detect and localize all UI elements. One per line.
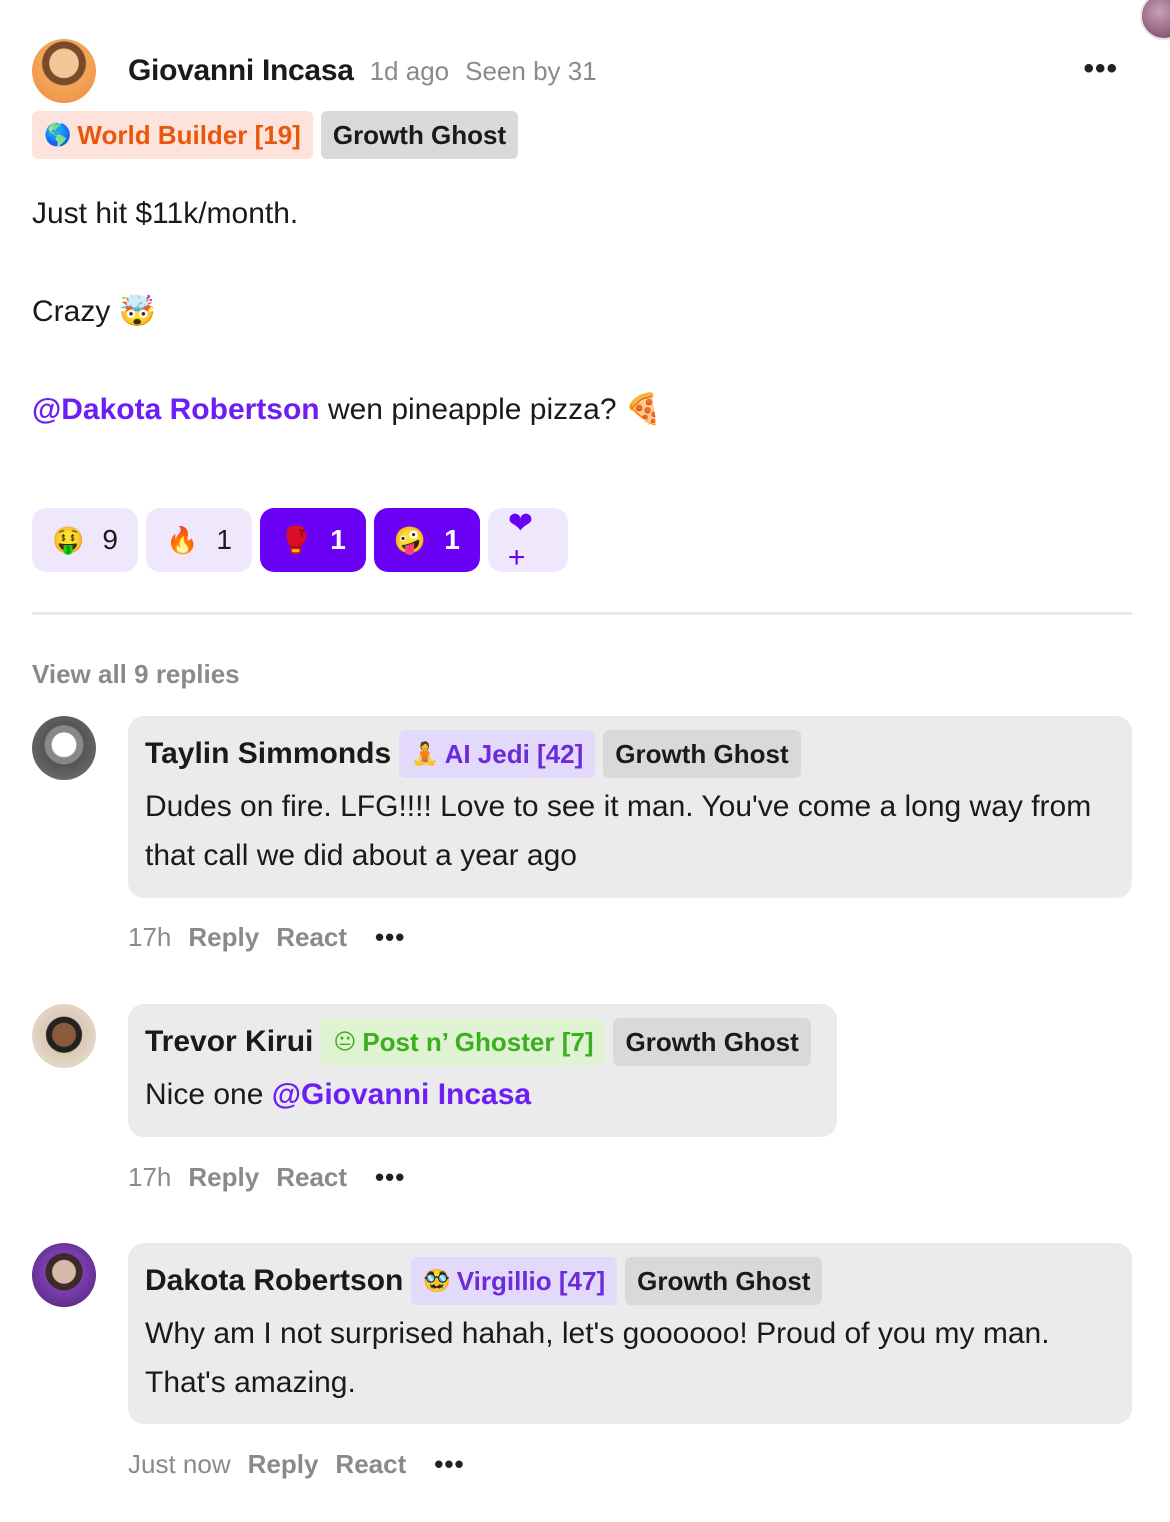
post-line: Crazy 🤯 bbox=[32, 295, 157, 328]
disguised-face-icon: 🥸 bbox=[423, 1268, 451, 1293]
post-card: Giovanni Incasa 1d ago Seen by 31 ••• 🌎 … bbox=[32, 38, 1132, 690]
mention-link[interactable]: @Dakota Robertson bbox=[32, 393, 320, 426]
post-line-text: wen pineapple pizza? 🍕 bbox=[319, 393, 663, 426]
reply-avatar[interactable] bbox=[32, 716, 96, 780]
reply-bubble: Taylin Simmonds 🧘 AI Jedi [42] Growth Gh… bbox=[128, 716, 1132, 898]
neutral-face-icon: 😐 bbox=[333, 1029, 357, 1054]
reply-author-name[interactable]: Trevor Kirui bbox=[145, 1025, 313, 1059]
heart-plus-icon[interactable]: ❤+ bbox=[487, 507, 568, 574]
more-dots-icon[interactable]: ••• bbox=[434, 1449, 464, 1480]
current-user-avatar[interactable] bbox=[1140, 0, 1170, 40]
badge-growth-ghost: Growth Ghost bbox=[603, 730, 801, 778]
reply-bubble: Trevor Kirui 😐 Post n’ Ghoster [7] Growt… bbox=[128, 1004, 837, 1137]
badge-level: 🥸 Virgillio [47] bbox=[411, 1257, 618, 1305]
badge-level: 😐 Post n’ Ghoster [7] bbox=[321, 1018, 606, 1066]
reply-actions: 17h Reply React ••• bbox=[128, 1162, 405, 1193]
more-dots-icon[interactable]: ••• bbox=[375, 922, 405, 953]
post-header: Giovanni Incasa 1d ago Seen by 31 ••• bbox=[32, 38, 1132, 104]
reply-text-prefix: Nice one bbox=[145, 1078, 272, 1111]
author-name[interactable]: Giovanni Incasa bbox=[128, 54, 354, 88]
reply-time: 17h bbox=[128, 1162, 172, 1192]
fire-icon: 🔥 bbox=[165, 524, 199, 555]
badge-level: 🧘 AI Jedi [42] bbox=[399, 730, 596, 778]
reply-button[interactable]: Reply bbox=[188, 1162, 259, 1193]
react-button[interactable]: React bbox=[276, 1162, 347, 1193]
reply-time: Just now bbox=[128, 1449, 231, 1479]
custom-emoji-icon: 🤪 bbox=[393, 524, 427, 555]
more-dots-icon[interactable]: ••• bbox=[375, 1162, 405, 1193]
reply-author-name[interactable]: Taylin Simmonds bbox=[145, 737, 391, 771]
reaction-money-mouth[interactable]: 🤑 9 bbox=[32, 508, 138, 572]
reply-text: Nice one @Giovanni Incasa bbox=[145, 1070, 821, 1119]
badge-growth-ghost: Growth Ghost bbox=[625, 1257, 823, 1305]
reply-header: Dakota Robertson 🥸 Virgillio [47] Growth… bbox=[145, 1257, 1116, 1305]
reaction-count: 9 bbox=[102, 524, 118, 555]
reply-avatar[interactable] bbox=[32, 1004, 96, 1068]
reply-avatar[interactable] bbox=[32, 1243, 96, 1307]
badge-label: Post n’ Ghoster [7] bbox=[362, 1026, 594, 1057]
badge-label: World Builder [19] bbox=[77, 119, 301, 150]
reaction-count: 1 bbox=[444, 524, 460, 555]
badge-world-builder: 🌎 World Builder [19] bbox=[32, 111, 313, 159]
react-button[interactable]: React bbox=[335, 1449, 406, 1480]
meditation-icon: 🧘 bbox=[411, 741, 439, 766]
reply-header: Taylin Simmonds 🧘 AI Jedi [42] Growth Gh… bbox=[145, 730, 1116, 778]
reply-author-name[interactable]: Dakota Robertson bbox=[145, 1264, 403, 1298]
badge-growth-ghost: Growth Ghost bbox=[613, 1018, 811, 1066]
reaction-fire[interactable]: 🔥 1 bbox=[145, 508, 252, 572]
badge-label: Virgillio [47] bbox=[456, 1265, 606, 1296]
view-all-replies-link[interactable]: View all 9 replies bbox=[32, 659, 1132, 690]
reaction-custom-2[interactable]: 🤪 1 bbox=[373, 508, 480, 572]
post-line: Just hit $11k/month. bbox=[32, 197, 299, 230]
author-badges: 🌎 World Builder [19] Growth Ghost bbox=[32, 111, 1132, 159]
more-dots-icon[interactable]: ••• bbox=[1083, 52, 1118, 86]
reply-time: 17h bbox=[128, 922, 172, 952]
post-time: 1d ago bbox=[369, 55, 450, 86]
seen-count[interactable]: Seen by 31 bbox=[465, 56, 597, 87]
reply-actions: 17h Reply React ••• bbox=[128, 922, 405, 953]
post-body: Just hit $11k/month. Crazy 🤯 @Dakota Rob… bbox=[32, 189, 1132, 434]
divider bbox=[32, 612, 1132, 615]
reaction-custom-1[interactable]: 🥊 1 bbox=[259, 508, 366, 572]
reply-text: Dudes on fire. LFG!!!! Love to see it ma… bbox=[145, 790, 1092, 872]
post-line: @Dakota Robertson wen pineapple pizza? 🍕 bbox=[32, 385, 1132, 434]
globe-icon: 🌎 bbox=[44, 122, 72, 147]
reaction-count: 1 bbox=[216, 524, 232, 555]
mention-link[interactable]: @Giovanni Incasa bbox=[272, 1078, 531, 1111]
reply-bubble: Dakota Robertson 🥸 Virgillio [47] Growth… bbox=[128, 1243, 1132, 1424]
boxing-glove-icon: 🥊 bbox=[279, 524, 313, 555]
reply-text: Why am I not surprised hahah, let's gooo… bbox=[145, 1317, 1050, 1399]
react-button[interactable]: React bbox=[276, 922, 347, 953]
badge-label: AI Jedi [42] bbox=[444, 738, 584, 769]
author-avatar[interactable] bbox=[32, 39, 96, 103]
money-mouth-icon: 🤑 bbox=[52, 524, 85, 555]
reaction-bar: 🤑 9 🔥 1 🥊 1 🤪 1 ❤+ bbox=[32, 507, 1132, 574]
reply-header: Trevor Kirui 😐 Post n’ Ghoster [7] Growt… bbox=[145, 1018, 821, 1066]
badge-growth-ghost: Growth Ghost bbox=[320, 111, 519, 159]
badge-label: Growth Ghost bbox=[332, 119, 507, 150]
reply-button[interactable]: Reply bbox=[188, 922, 259, 953]
reply-actions: Just now Reply React ••• bbox=[128, 1449, 465, 1480]
reaction-count: 1 bbox=[330, 524, 346, 555]
reply-button[interactable]: Reply bbox=[248, 1449, 319, 1480]
